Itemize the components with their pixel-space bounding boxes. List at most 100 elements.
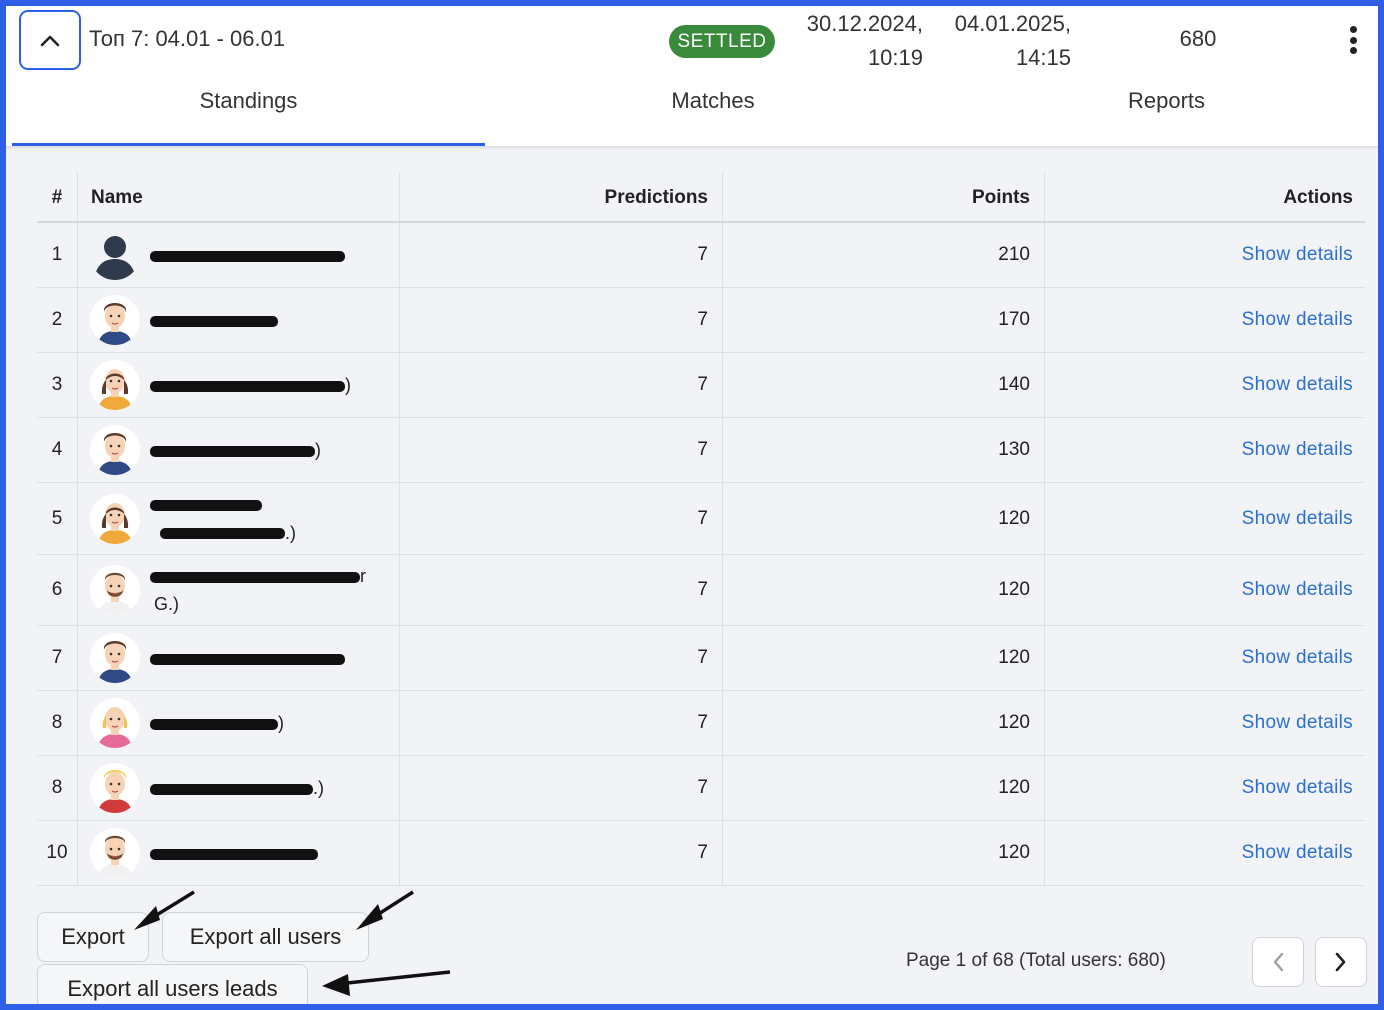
rank-cell: 7 [51, 647, 63, 668]
tab-reports[interactable]: Reports [941, 88, 1378, 144]
show-details-link[interactable]: Show details [1242, 777, 1353, 799]
rank-cell: 8 [51, 712, 63, 733]
man-avatar [90, 295, 140, 345]
woman-avatar [90, 493, 140, 544]
name-cell: .) [77, 483, 399, 554]
predictions-cell: 7 [697, 579, 708, 600]
blonde-man-avatar [90, 763, 140, 813]
points-cell: 120 [998, 842, 1030, 863]
show-details-link[interactable]: Show details [1242, 508, 1353, 530]
next-page-button[interactable] [1315, 937, 1367, 987]
table-row: 10 7 120 Show details [37, 821, 1365, 886]
name-suffix-line2: G.) [154, 594, 179, 614]
actions-cell: Show details [1044, 353, 1365, 417]
blonde-woman-avatar [90, 698, 140, 748]
show-details-link[interactable]: Show details [1242, 579, 1353, 601]
end-datetime: 04.01.2025, 14:15 [936, 7, 1071, 75]
name-suffix: .) [285, 522, 296, 543]
col-name: Name [91, 187, 143, 208]
table-row: 4) 7 130 Show details [37, 418, 1365, 483]
previous-page-button[interactable] [1252, 937, 1304, 987]
more-options-icon[interactable] [1339, 22, 1367, 58]
points-cell: 120 [998, 579, 1030, 600]
bearded-man-avatar [90, 828, 140, 878]
col-predictions: Predictions [604, 187, 708, 208]
show-details-link[interactable]: Show details [1242, 309, 1353, 331]
name-cell [77, 223, 399, 287]
table-header: # Name Predictions Points Actions [37, 172, 1365, 223]
show-details-link[interactable]: Show details [1242, 374, 1353, 396]
name-suffix: r [360, 566, 366, 586]
show-details-link[interactable]: Show details [1242, 439, 1353, 461]
active-tab-indicator [12, 143, 485, 146]
show-details-link[interactable]: Show details [1242, 842, 1353, 864]
start-datetime: 30.12.2024, 10:19 [786, 7, 923, 75]
user-name-redacted: r G.) [150, 562, 366, 618]
name-cell: ) [77, 353, 399, 417]
rank-cell: 1 [51, 244, 63, 265]
rank-cell: 6 [51, 579, 63, 600]
points-cell: 210 [998, 244, 1030, 265]
actions-cell: Show details [1044, 555, 1365, 625]
points-cell: 140 [998, 374, 1030, 395]
name-suffix: ) [278, 713, 284, 733]
rank-cell: 10 [46, 842, 68, 863]
points-cell: 170 [998, 309, 1030, 330]
col-actions: Actions [1283, 187, 1353, 208]
col-points: Points [971, 187, 1030, 208]
table-body: 1 7 210 Show details 2 7 170 Show details 3) 7 140… [37, 223, 1365, 886]
chevron-left-icon [1273, 952, 1284, 972]
show-details-link[interactable]: Show details [1242, 647, 1353, 669]
export-all-users-leads-button[interactable]: Export all users leads [37, 964, 308, 1004]
tab-matches[interactable]: Matches [485, 88, 941, 144]
actions-cell: Show details [1044, 821, 1365, 885]
table-row: 5.) 7 120 Show details [37, 483, 1365, 555]
export-button[interactable]: Export [37, 912, 149, 962]
chevron-right-icon [1335, 952, 1346, 972]
user-name-redacted: .) [150, 774, 324, 802]
export-all-users-button[interactable]: Export all users [162, 912, 369, 962]
pagination-info: Page 1 of 68 (Total users: 680) [906, 950, 1166, 971]
name-cell [77, 626, 399, 690]
user-name-redacted: .) [150, 491, 296, 547]
name-suffix: ) [315, 440, 321, 460]
table-row: 1 7 210 Show details [37, 223, 1365, 288]
points-cell: 130 [998, 439, 1030, 460]
user-name-redacted: ) [150, 709, 284, 737]
predictions-cell: 7 [697, 309, 708, 330]
name-cell: r G.) [77, 555, 399, 625]
name-cell: ) [77, 418, 399, 482]
points-cell: 120 [998, 777, 1030, 798]
table-row: 3) 7 140 Show details [37, 353, 1365, 418]
start-date: 30.12.2024, [806, 11, 923, 36]
name-cell: .) [77, 756, 399, 820]
table-row: 8.) 7 120 Show details [37, 756, 1365, 821]
user-name-redacted [150, 306, 278, 334]
rank-cell: 3 [51, 374, 63, 395]
name-suffix: ) [345, 375, 351, 395]
rank-cell: 5 [51, 507, 63, 529]
user-name-redacted: ) [150, 436, 321, 464]
rank-cell: 2 [51, 309, 63, 330]
points-cell: 120 [998, 712, 1030, 733]
predictions-cell: 7 [697, 507, 708, 529]
name-cell [77, 821, 399, 885]
bearded-man-avatar [90, 565, 140, 615]
predictions-cell: 7 [697, 842, 708, 863]
participants-count: 680 [1179, 26, 1217, 51]
collapse-button[interactable] [19, 10, 81, 70]
actions-cell: Show details [1044, 691, 1365, 755]
app-frame: Топ 7: 04.01 - 06.01 SETTLED 30.12.2024,… [6, 6, 1378, 1004]
man-avatar [90, 633, 140, 683]
silhouette-avatar [90, 230, 140, 280]
actions-cell: Show details [1044, 223, 1365, 287]
actions-cell: Show details [1044, 288, 1365, 352]
arrow-to-export-leads-icon [322, 970, 451, 996]
name-cell [77, 288, 399, 352]
show-details-link[interactable]: Show details [1242, 712, 1353, 734]
tab-standings[interactable]: Standings [12, 88, 485, 144]
user-name-redacted [150, 241, 345, 269]
predictions-cell: 7 [697, 374, 708, 395]
table-row: 2 7 170 Show details [37, 288, 1365, 353]
show-details-link[interactable]: Show details [1242, 244, 1353, 266]
